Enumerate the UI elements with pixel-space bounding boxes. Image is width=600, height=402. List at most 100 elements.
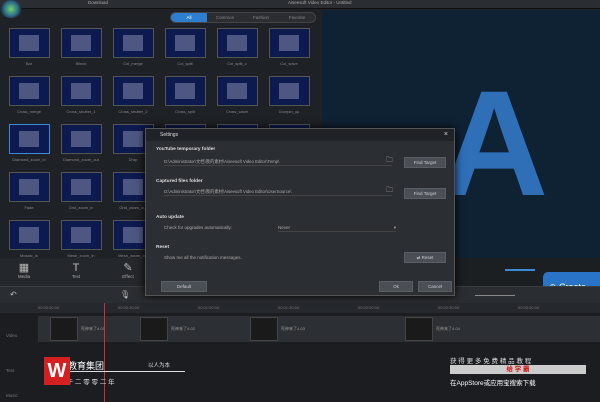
watermark: 王氏教育集团 以人为本 始 创 于 二 零 零 二 年 获 得 更 多 免 费 … [38,357,600,397]
media-icon: ▦ [18,262,30,274]
default-button[interactable]: Default [161,281,207,292]
transition-item[interactable]: Diamond_zoom_in [3,124,55,167]
microphone-icon[interactable]: 🎙 [120,290,130,299]
transition-item[interactable]: Col_split_c [211,28,263,71]
video-clip[interactable]: 死神来了4-02 [140,316,195,342]
app-logo [0,0,22,18]
transition-item[interactable]: Cross_shutter_1 [55,76,107,119]
close-icon[interactable]: × [444,131,448,138]
transition-item[interactable]: Cross_shutter_2 [107,76,159,119]
video-track [38,316,600,342]
transition-label: Drop [128,157,138,162]
chevron-down-icon: ▾ [393,225,396,230]
clip-thumbnail [250,317,278,341]
transition-item[interactable]: Doorpin_up [263,76,315,119]
ok-button[interactable]: Ok [379,281,413,292]
transition-label: Col_split [177,61,193,66]
transition-item[interactable]: Grid_zoom_in [55,172,107,215]
clip-label: 死神来了4-04 [436,326,461,331]
cancel-button[interactable]: Cancel [418,281,452,292]
transition-label: Blinds [75,61,87,66]
undo-icon[interactable]: ↶ [10,290,17,299]
timecode-label: 00:00:30:00 [118,305,140,310]
video-clip[interactable]: 死神来了4-03 [250,316,305,342]
transition-item[interactable]: Diamond_zoom_out [55,124,107,167]
tab-favorite[interactable]: Favorite [279,13,315,22]
transition-item[interactable]: Bar [3,28,55,71]
captured-folder-heading: Captured files folder [156,179,203,184]
reset-heading: Reset [156,245,170,250]
watermark-divider [50,371,185,372]
timecode-label: 00:00:00:00 [38,305,60,310]
watermark-logo: W [44,357,70,385]
auto-update-label: Check for upgrades automatically: [164,225,233,230]
auto-update-select[interactable]: Never ▾ [278,223,396,232]
watermark-motto: 以人为本 [148,363,171,369]
transition-label: Diamond_zoom_out [63,157,99,162]
settings-dialog: Settings × YouTube temporary folder D:\A… [145,128,455,296]
reset-button-label: Reset [421,255,434,260]
transition-item[interactable]: Mosaic_in [3,220,55,263]
youtube-folder-input[interactable]: D:\Administrator\文档\我的素材\Aiseesoft Video… [164,157,392,166]
effect-icon: ✎ [123,262,133,274]
reset-button[interactable]: ⇄ Reset [404,252,446,263]
transition-label: Diamond_zoom_in [12,157,46,162]
transition-item[interactable]: Col_merge [107,28,159,71]
transition-label: Col_split_c [227,61,247,66]
download-link[interactable]: Download [88,0,108,5]
transition-thumbnail [112,28,154,58]
transition-item[interactable]: Cross_split [159,76,211,119]
track-video: Video [6,333,18,338]
dialog-title: Settings [146,129,454,141]
transition-thumbnail [8,76,50,106]
transition-item[interactable]: Cross_merge [3,76,55,119]
transition-thumbnail [60,76,102,106]
transition-label: Bar [25,61,33,66]
tab-all[interactable]: All [171,13,207,22]
find-target-button-2[interactable]: Find Target [404,188,446,199]
effect-button[interactable]: ✎ Effect [116,258,140,286]
watermark-promo-2: 给 学 霸 [450,365,586,374]
video-clip[interactable]: 死神来了4-04 [405,316,460,342]
transition-label: Cross_merge [16,109,41,114]
transition-thumbnail [60,172,102,202]
transition-item[interactable]: Fade [3,172,55,215]
clip-label: 死神来了4-03 [281,326,306,331]
clip-thumbnail [50,317,78,341]
transition-item[interactable]: Col_split [159,28,211,71]
effect-label: Effect [122,274,134,279]
preview-letter: A [440,59,549,227]
timecode-label: 00:02:00:00 [358,305,380,310]
folder-icon[interactable]: 🗀 [386,156,393,167]
clip-label: 死神来了4-01 [81,326,106,331]
text-button[interactable]: T Text [64,258,88,286]
transition-label: Cross_shutter_2 [118,109,148,114]
transition-item[interactable]: Col_wave [263,28,315,71]
transition-label: Doorpin_up [278,109,300,114]
volume-slider[interactable] [505,269,535,271]
find-target-button-1[interactable]: Find Target [404,157,446,168]
media-label: Media [17,274,31,279]
window-title: Aiseesoft Video Editor - Untitled [288,0,352,5]
video-clip[interactable]: 死神来了4-01 [50,316,105,342]
transition-thumbnail [8,28,50,58]
transition-item[interactable]: Mesh_zoom_in [55,220,107,263]
transition-thumbnail [60,220,102,250]
transition-thumbnail [268,28,310,58]
auto-update-value: Never [278,225,291,230]
transition-label: Col_merge [123,61,143,66]
transition-item[interactable]: Cross_wave [211,76,263,119]
transition-label: Cross_shutter_1 [66,109,96,114]
media-button[interactable]: ▦ Media [12,258,36,286]
watermark-promo-1: 获 得 更 多 免 费 精 品 教 程 [450,358,532,365]
zoom-slider[interactable] [475,295,515,296]
folder-icon[interactable]: 🗀 [386,186,393,197]
tab-common[interactable]: Common [207,13,243,22]
transition-thumbnail [268,76,310,106]
tab-fashion[interactable]: Fashion [243,13,279,22]
transition-label: Fade [24,205,34,210]
transition-thumbnail [164,76,206,106]
timecode-label: 00:02:30:00 [438,305,460,310]
captured-folder-input[interactable]: D:\Administrator\文档\我的素材\Aiseesoft Video… [164,187,392,196]
transition-item[interactable]: Blinds [55,28,107,71]
